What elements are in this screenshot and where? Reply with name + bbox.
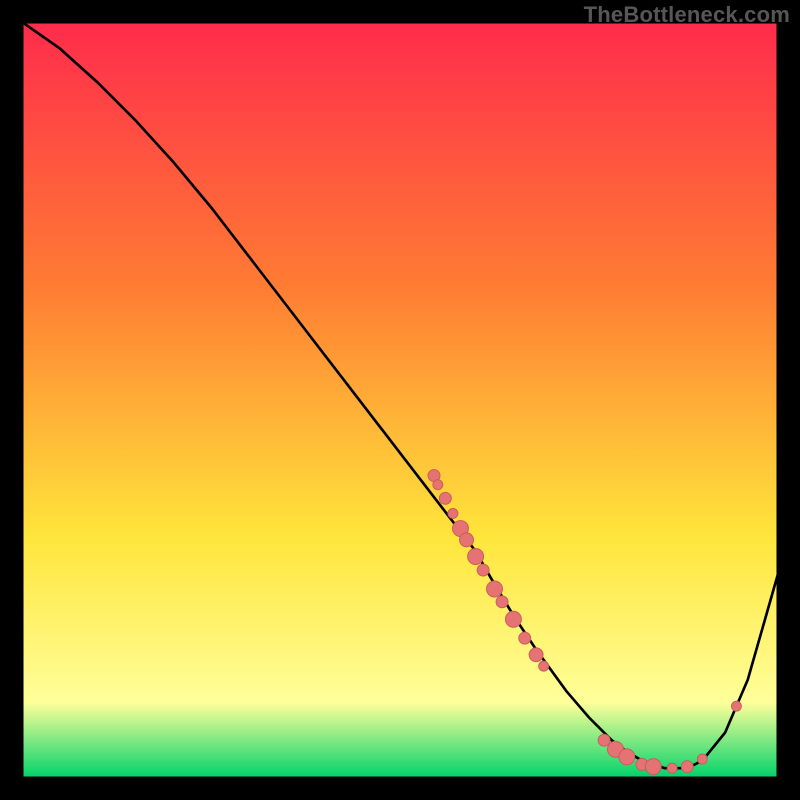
scatter-point bbox=[667, 763, 677, 773]
scatter-point bbox=[731, 701, 741, 711]
chart-background bbox=[22, 22, 778, 778]
scatter-point bbox=[598, 734, 610, 746]
scatter-point bbox=[477, 564, 489, 576]
scatter-point bbox=[681, 761, 693, 773]
scatter-point bbox=[505, 611, 521, 627]
scatter-point bbox=[448, 508, 458, 518]
scatter-point bbox=[539, 661, 549, 671]
scatter-point bbox=[433, 480, 443, 490]
scatter-point bbox=[645, 759, 661, 775]
scatter-point bbox=[529, 648, 543, 662]
scatter-point bbox=[439, 492, 451, 504]
scatter-point bbox=[519, 632, 531, 644]
scatter-point bbox=[496, 596, 508, 608]
scatter-point bbox=[460, 533, 474, 547]
watermark-text: TheBottleneck.com bbox=[584, 2, 790, 28]
bottleneck-chart bbox=[22, 22, 778, 778]
scatter-point bbox=[468, 548, 484, 564]
scatter-point bbox=[697, 754, 707, 764]
scatter-point bbox=[619, 749, 635, 765]
scatter-point bbox=[487, 581, 503, 597]
